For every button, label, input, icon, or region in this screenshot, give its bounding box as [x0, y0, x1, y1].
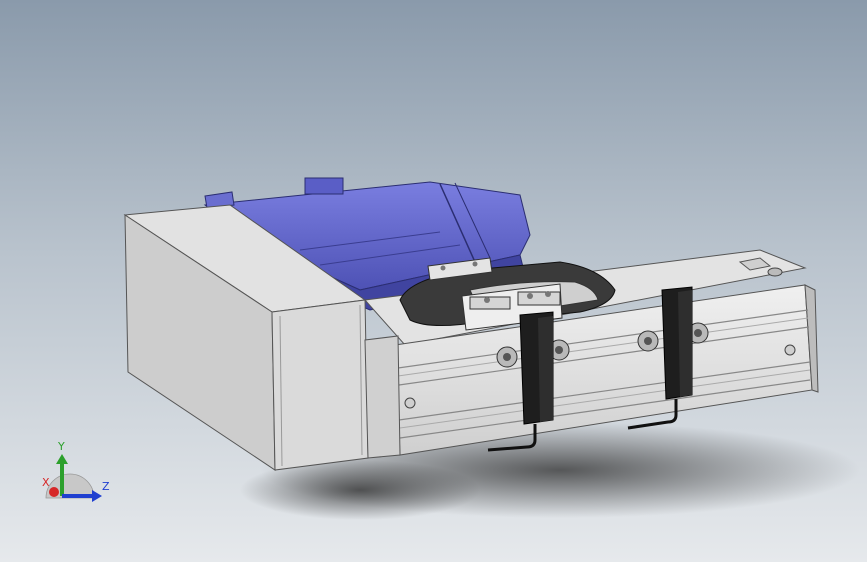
triad-graphic: [45, 454, 102, 502]
graphics-viewport[interactable]: Y X Z: [0, 0, 867, 562]
cad-model-view[interactable]: [0, 0, 867, 562]
x-axis-arrow: [49, 487, 59, 497]
x-axis-label: X: [42, 476, 50, 489]
z-axis-label: Z: [102, 480, 110, 493]
y-axis-label: Y: [58, 440, 65, 453]
orientation-triad: Y X Z: [36, 440, 116, 510]
